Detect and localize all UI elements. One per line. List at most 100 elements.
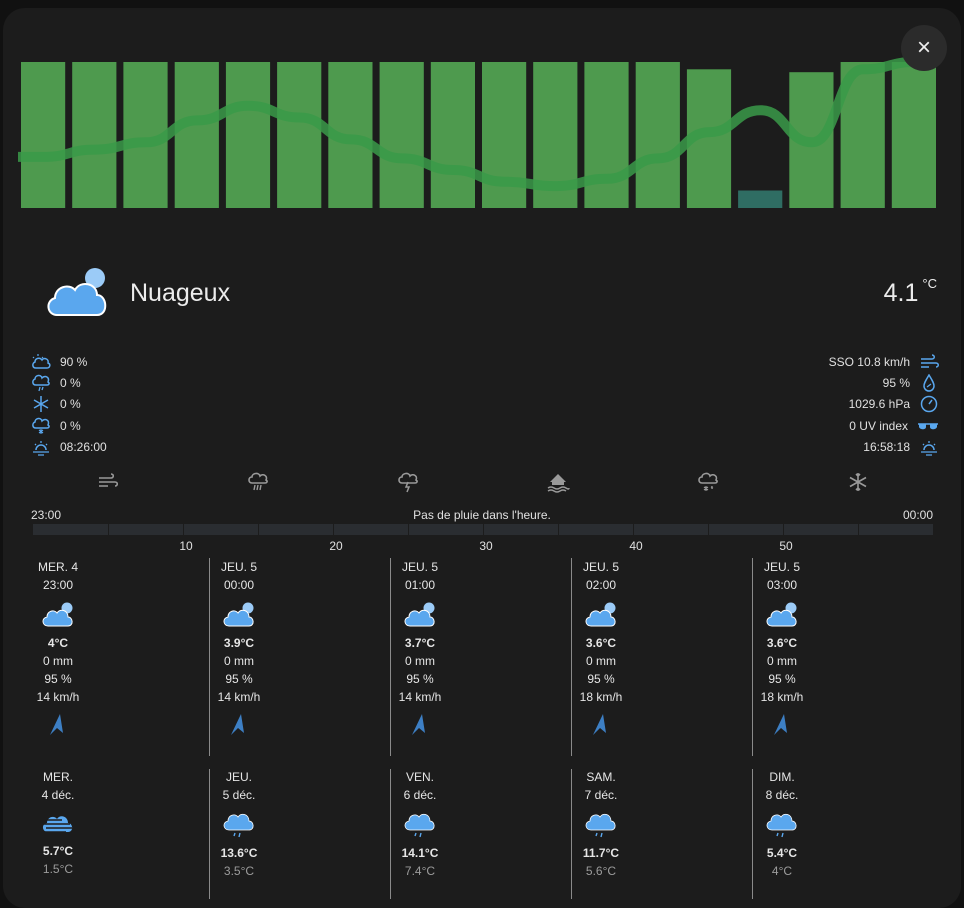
cloud-coverage-row: 90 % <box>31 351 107 372</box>
rain-forecast-text: Pas de pluie dans l'heure. <box>413 508 551 522</box>
forecast-wind-speed: 14 km/h <box>217 690 261 704</box>
forecast-temperature: 3.6°C <box>766 636 798 650</box>
forecast-high-temperature: 13.6°C <box>220 846 258 860</box>
forecast-day: MER. <box>43 770 73 784</box>
light-rain-icon <box>404 813 435 838</box>
daily-forecast-column: MER. 4 déc. 5.7°C 1.5°C <box>3 768 118 878</box>
forecast-humidity: 95 % <box>44 672 72 686</box>
forecast-wind-speed: 14 km/h <box>36 690 80 704</box>
history-bar <box>277 62 322 208</box>
forecast-high-temperature: 14.1°C <box>401 846 439 860</box>
sunset-icon <box>921 441 937 456</box>
forecast-high-temperature: 5.7°C <box>42 844 74 858</box>
forecast-low-temperature: 3.5°C <box>223 864 255 878</box>
forecast-low-temperature: 4°C <box>771 864 793 878</box>
hourly-forecast-column: JEU. 5 02:00 3.6°C 0 mm 95 % 18 km/h <box>541 558 661 742</box>
snow-cloud-action-icon[interactable] <box>696 470 720 494</box>
history-bar <box>891 62 936 208</box>
partly-cloudy-icon <box>404 602 435 627</box>
cloud-coverage-icon <box>32 353 51 369</box>
forecast-day: JEU. 5 <box>401 560 438 574</box>
forecast-day: JEU. <box>225 770 252 784</box>
frost-icon <box>33 396 49 413</box>
wind-direction-icon <box>774 714 787 735</box>
wind-action-icon[interactable] <box>96 470 120 494</box>
forecast-precipitation: 0 mm <box>586 654 616 668</box>
forecast-day: JEU. 5 <box>220 560 257 574</box>
frost-row: 0 % <box>31 394 107 415</box>
daily-forecast-column: DIM. 8 déc. 5.4°C 4°C <box>722 768 842 880</box>
close-button[interactable]: × <box>901 25 947 71</box>
wind-direction-icon <box>593 714 606 735</box>
rain-tick-label: 10 <box>179 539 193 553</box>
forecast-temperature: 4°C <box>47 636 69 650</box>
forecast-time: 00:00 <box>223 578 255 592</box>
daily-forecast-column: VEN. 6 déc. 14.1°C 7.4°C <box>360 768 480 880</box>
wind-direction-icon <box>50 714 63 735</box>
wind-direction-icon <box>412 714 425 735</box>
forecast-day: SAM. <box>586 770 616 784</box>
rain-action-icon[interactable] <box>246 470 270 494</box>
current-temperature: 4.1 °C <box>883 275 937 307</box>
forecast-high-temperature: 5.4°C <box>766 846 798 860</box>
wind-icon <box>921 353 939 368</box>
hourly-forecast-column: JEU. 5 03:00 3.6°C 0 mm 95 % 18 km/h <box>722 558 842 742</box>
history-bar <box>584 62 629 208</box>
hourly-forecast-column: JEU. 5 01:00 3.7°C 0 mm 95 % 14 km/h <box>360 558 480 742</box>
forecast-day: JEU. 5 <box>763 560 800 574</box>
partly-cloudy-icon <box>766 602 797 627</box>
history-bar <box>430 62 475 208</box>
forecast-humidity: 95 % <box>225 672 253 686</box>
forecast-date: 7 déc. <box>584 788 618 802</box>
forecast-temperature: 3.7°C <box>404 636 436 650</box>
pressure-row: 1029.6 hPa <box>829 394 939 415</box>
rain-tick-label: 20 <box>329 539 343 553</box>
rain-probability-icon <box>32 374 50 392</box>
light-rain-icon <box>766 813 797 838</box>
forecast-temperature: 3.6°C <box>585 636 617 650</box>
weather-dialog: × Nuageux 4.1 °C 90 % 0 % 0 % 0 % 08:26:0… <box>3 8 961 908</box>
rain-tick-label: 30 <box>479 539 493 553</box>
light-rain-icon <box>223 813 254 838</box>
forecast-date: 8 déc. <box>765 788 799 802</box>
history-bar <box>174 62 219 208</box>
sunglasses-icon <box>918 423 938 430</box>
history-graph <box>18 57 936 208</box>
forecast-date: 5 déc. <box>222 788 256 802</box>
snowflake-action-icon[interactable] <box>846 470 870 494</box>
history-bar <box>635 62 680 208</box>
partly-cloudy-icon <box>42 602 73 627</box>
forecast-time: 23:00 <box>42 578 74 592</box>
forecast-humidity: 95 % <box>768 672 796 686</box>
light-rain-icon <box>585 813 616 838</box>
forecast-wind-speed: 18 km/h <box>579 690 623 704</box>
hourly-forecast-column: MER. 4 23:00 4°C 0 mm 95 % 14 km/h <box>3 558 118 742</box>
forecast-low-temperature: 1.5°C <box>42 862 74 876</box>
sunrise-icon <box>33 441 49 456</box>
forecast-time: 03:00 <box>766 578 798 592</box>
forecast-date: 6 déc. <box>403 788 437 802</box>
forecast-precipitation: 0 mm <box>405 654 435 668</box>
flood-action-icon[interactable] <box>546 470 570 494</box>
forecast-precipitation: 0 mm <box>767 654 797 668</box>
forecast-precipitation: 0 mm <box>43 654 73 668</box>
sunrise-row: 08:26:00 <box>31 437 107 458</box>
action-icons <box>3 470 961 494</box>
rain-end-time: 00:00 <box>902 508 933 522</box>
hourly-forecast-column: JEU. 5 00:00 3.9°C 0 mm 95 % 14 km/h <box>179 558 299 742</box>
forecast-day: DIM. <box>769 770 795 784</box>
forecast-day: MER. 4 <box>37 560 78 574</box>
forecast-day: JEU. 5 <box>582 560 619 574</box>
forecast-wind-speed: 14 km/h <box>398 690 442 704</box>
snow-probability-icon <box>32 417 50 434</box>
forecast-humidity: 95 % <box>406 672 434 686</box>
daily-forecast-column: JEU. 5 déc. 13.6°C 3.5°C <box>179 768 299 880</box>
rain-tick-label: 50 <box>779 539 793 553</box>
condition-text: Nuageux <box>130 279 231 307</box>
forecast-day: VEN. <box>405 770 434 784</box>
storm-action-icon[interactable] <box>396 470 420 494</box>
history-bar <box>72 62 117 208</box>
snow-probability-row: 0 % <box>31 415 107 436</box>
wind-row: SSO 10.8 km/h <box>829 351 939 372</box>
attributes-left: 90 % 0 % 0 % 0 % 08:26:00 <box>31 351 107 458</box>
